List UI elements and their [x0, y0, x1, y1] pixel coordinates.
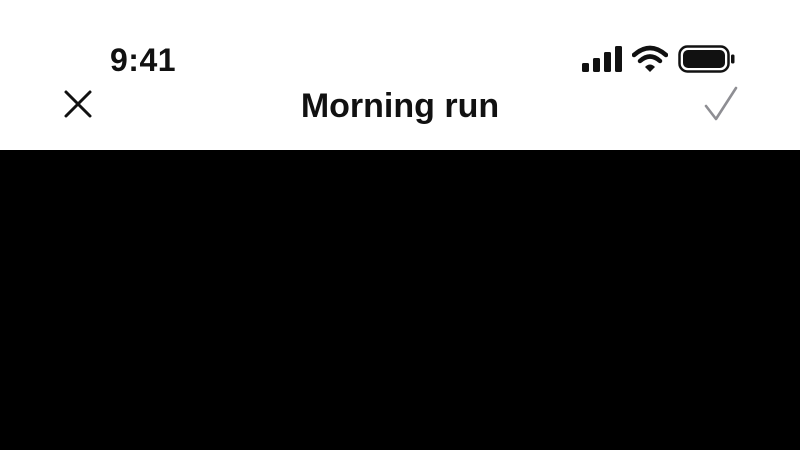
close-icon: [62, 88, 94, 125]
confirm-button[interactable]: [700, 86, 742, 126]
status-icons: [582, 44, 736, 74]
cellular-signal-icon: [582, 46, 622, 72]
nav-bar: Morning run: [0, 86, 800, 150]
status-time: 9:41: [110, 42, 177, 78]
page-title: Morning run: [300, 87, 500, 125]
wifi-icon: [632, 45, 668, 73]
close-button[interactable]: [58, 86, 98, 126]
status-bar: 9:41: [0, 0, 800, 86]
checkmark-icon: [704, 86, 738, 127]
content-area: [0, 150, 800, 450]
battery-icon: [678, 45, 736, 73]
